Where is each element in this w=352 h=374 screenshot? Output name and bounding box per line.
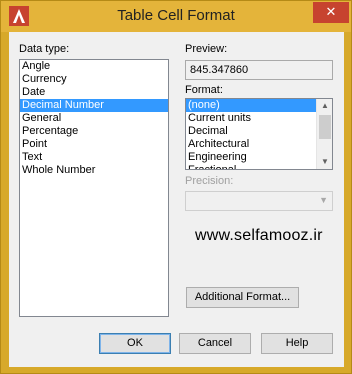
- cancel-button[interactable]: Cancel: [179, 333, 251, 354]
- watermark-text: www.selfamooz.ir: [195, 227, 323, 244]
- close-icon: ✕: [325, 4, 337, 19]
- format-item[interactable]: Engineering: [186, 151, 316, 164]
- preview-label: Preview:: [185, 43, 228, 55]
- scroll-thumb[interactable]: [319, 115, 331, 139]
- scroll-up-icon[interactable]: ▲: [317, 99, 332, 113]
- format-item[interactable]: Architectural: [186, 138, 316, 151]
- dialog-window: Table Cell Format ✕ Data type: Angle Curr…: [0, 0, 352, 374]
- data-type-item[interactable]: General: [20, 112, 168, 125]
- ok-button[interactable]: OK: [99, 333, 171, 354]
- data-type-item[interactable]: Currency: [20, 73, 168, 86]
- data-type-item[interactable]: Date: [20, 86, 168, 99]
- format-listbox[interactable]: (none) Current units Decimal Architectural E…: [185, 98, 333, 170]
- format-item[interactable]: (none): [186, 99, 316, 112]
- format-label: Format:: [185, 84, 223, 96]
- help-button[interactable]: Help: [261, 333, 333, 354]
- format-item[interactable]: Fractional: [186, 164, 316, 169]
- data-type-item[interactable]: Whole Number: [20, 164, 168, 177]
- additional-format-button[interactable]: Additional Format...: [186, 287, 299, 308]
- dialog-client-area: Data type: Angle Currency Date Decimal Numb…: [9, 32, 344, 367]
- close-button[interactable]: ✕: [313, 2, 349, 23]
- data-type-item[interactable]: Percentage: [20, 125, 168, 138]
- data-type-listbox[interactable]: Angle Currency Date Decimal Number General Pe…: [19, 59, 169, 317]
- format-item[interactable]: Decimal: [186, 125, 316, 138]
- data-type-item[interactable]: Angle: [20, 60, 168, 73]
- data-type-item[interactable]: Point: [20, 138, 168, 151]
- data-type-item[interactable]: Text: [20, 151, 168, 164]
- dialog-title: Table Cell Format: [117, 7, 235, 24]
- format-scrollbar[interactable]: ▲ ▼: [316, 99, 332, 169]
- autocad-app-icon: [9, 6, 29, 26]
- chevron-down-icon: ▼: [319, 195, 328, 205]
- preview-field: 845.347860: [185, 60, 333, 80]
- title-bar[interactable]: Table Cell Format ✕: [1, 1, 351, 32]
- data-type-label: Data type:: [19, 43, 70, 55]
- precision-dropdown: ▼: [185, 191, 333, 211]
- format-item[interactable]: Current units: [186, 112, 316, 125]
- precision-label: Precision:: [185, 175, 234, 187]
- data-type-item[interactable]: Decimal Number: [20, 99, 168, 112]
- scroll-down-icon[interactable]: ▼: [317, 155, 332, 169]
